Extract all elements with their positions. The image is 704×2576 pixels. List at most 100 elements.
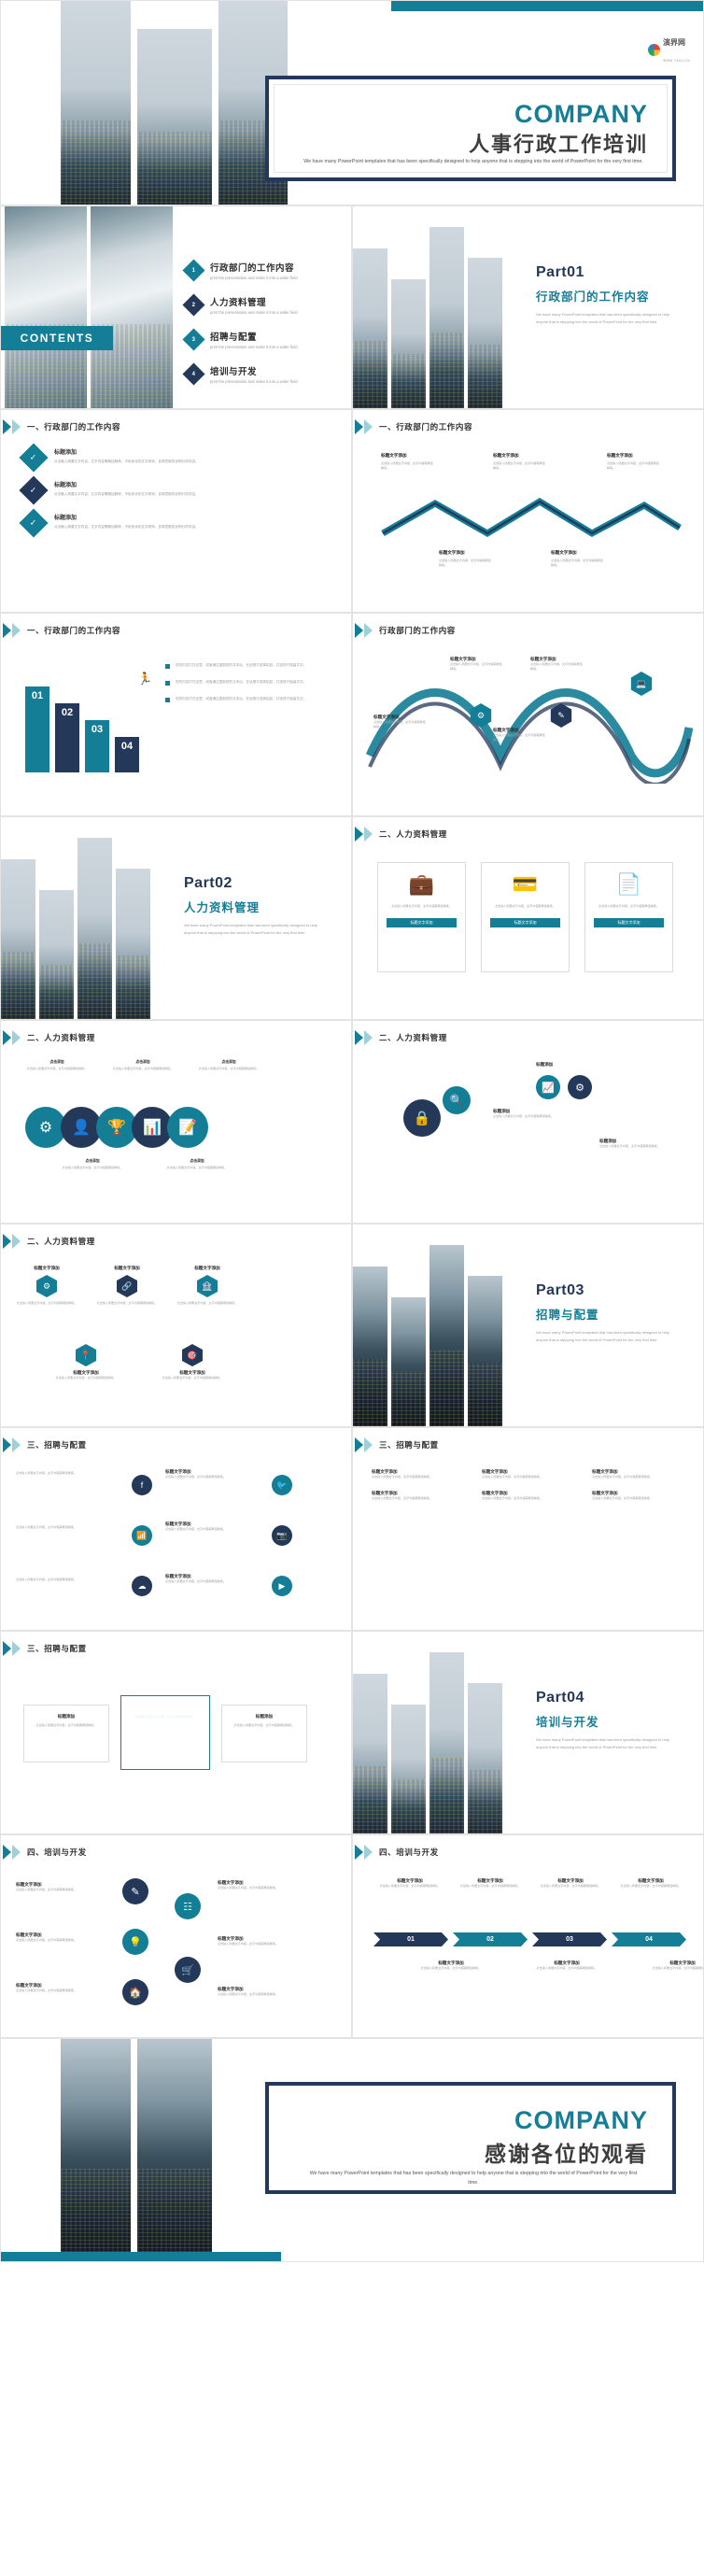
social-mid-2[interactable]: 标题文字添加 点击输入简要文字内容，文字内容需概括精炼。 [165,1522,257,1532]
slide-recruit-boxes[interactable]: 三、招聘与配置 标题添加 点击输入简要文字内容，文字内容需概括精炼。 标题添加 … [0,1631,352,1834]
grid-cell-3[interactable]: 标题文字添加 点击输入简要文字内容，文字内容需概括精炼。 [592,1469,689,1479]
zigzag-card-4[interactable]: 标题文字添加 点击输入简要文字内容，文字内容需概括精炼。 [439,550,491,569]
slide-training-arrows[interactable]: 四、培训与开发 标题文字添加 点击输入简要文字内容，文字内容需概括精炼。 标题文… [352,1834,704,2038]
bullet-3[interactable]: 您的内容打在这里，或者通过复制您的文本后，在此框中选择粘贴，并选择只保留文字。 [165,696,324,702]
slide-admin-duties-list[interactable]: 一、行政部门的工作内容 ✓ 标题添加 点击输入简要文字内容，文字内容需概括精炼，… [0,409,352,613]
cart-circle-icon[interactable]: 🛒 [175,1957,201,1983]
lock-card-3[interactable]: 标题添加 点击输入简要文字内容，文字内容需概括精炼。 [599,1139,693,1149]
hr-card-2-button[interactable]: 标题文字添加 [490,918,560,928]
arrow-title-4[interactable]: 标题文字添加 点击输入简要文字内容，文字内容需概括精炼。 [614,1878,687,1889]
search-icon[interactable]: 🔍 [443,1086,471,1114]
slide-part-02[interactable]: Part02 人力资料管理 We have many PowerPoint te… [0,816,352,1020]
lock-card-1[interactable]: 标题添加 [536,1062,639,1068]
wave-card-2[interactable]: 标题文字添加 点击输入简要文字内容，文字内容需概括精炼。 [450,657,504,672]
slide-admin-duties-numbered[interactable]: 一、行政部门的工作内容 01 02 03 04 🏃 您的内容打在这里，或者通过复… [0,613,352,816]
camera-icon[interactable]: 📷 [272,1525,292,1546]
zigzag-card-5[interactable]: 标题文字添加 点击输入简要文字内容，文字内容需概括精炼。 [551,550,603,569]
slide-part-01[interactable]: Part01 行政部门的工作内容 We have many PowerPoint… [352,205,704,409]
slide-cover[interactable]: 演界网 WWW.YANJ.CN COMPANY 人事行政工作培训 We have… [0,0,704,205]
zigzag-card-1[interactable]: 标题文字添加 点击输入简要文字内容，文字内容需概括精炼。 [381,453,433,472]
training-left-1[interactable]: 标题文字添加 点击输入简要文字内容，文字内容需概括精炼。 [16,1882,106,1892]
cloud-icon[interactable]: ☁ [132,1576,152,1596]
training-right-3[interactable]: 标题文字添加 点击输入简要文字内容，文字内容需概括精炼。 [218,1987,315,1997]
arrow-bottom-3[interactable]: 标题文字添加 点击输入简要文字内容，文字内容需概括精炼。 [641,1960,703,1971]
grid-cell-5[interactable]: 标题文字添加 点击输入简要文字内容，文字内容需概括精炼。 [482,1491,579,1501]
social-left-1[interactable]: 点击输入简要文字内容，文字内容需概括精炼。 [16,1471,119,1476]
arrow-banner-2[interactable]: 02 [453,1932,528,1946]
slide-hr-cards[interactable]: 二、人力资料管理 💼 点击输入简要文字内容，文字内容需概括精炼。 标题文字添加 … [352,816,704,1020]
bullet-1[interactable]: 您的内容打在这里，或者通过复制您的文本后，在此框中选择粘贴，并选择只保留文字。 [165,662,324,669]
number-bar-2[interactable]: 02 [55,703,79,772]
recruit-box-1[interactable]: 标题添加 点击输入简要文字内容，文字内容需概括精炼。 [23,1705,109,1762]
chart-icon[interactable]: 📈 [536,1075,560,1099]
play-icon[interactable]: ▶ [272,1576,292,1596]
edit-circle-icon[interactable]: ✎ [122,1878,148,1904]
slide-part-04[interactable]: Part04 培训与开发 We have many PowerPoint tem… [352,1631,704,1834]
lock-card-2[interactable]: 标题添加 点击输入简要文字内容，文字内容需概括精炼。 [493,1109,596,1119]
training-left-2[interactable]: 标题文字添加 点击输入简要文字内容，文字内容需概括精炼。 [16,1932,106,1943]
wave-card-4[interactable]: 标题文字添加 点击输入简要文字内容，文字内容需概括精炼。 [493,728,547,743]
arrow-title-1[interactable]: 标题文字添加 点击输入简要文字内容，文字内容需概括精炼。 [373,1878,446,1889]
grid-circle-icon[interactable]: ☷ [175,1893,201,1919]
slide-thank-you[interactable]: COMPANY 感谢各位的观看 We have many PowerPoint … [0,2038,704,2262]
number-bar-4[interactable]: 04 [115,737,139,772]
number-bar-1[interactable]: 01 [25,686,49,772]
grid-cell-2[interactable]: 标题文字添加 点击输入简要文字内容，文字内容需概括精炼。 [482,1469,579,1479]
social-mid-1[interactable]: 标题文字添加 点击输入简要文字内容，文字内容需概括精炼。 [165,1469,257,1479]
slide-admin-duties-zigzag[interactable]: 一、行政部门的工作内容 标题文字添加 点击输入简要文字内容，文字内容需概括精炼。… [352,409,704,613]
diamond-list-row-1[interactable]: ✓ 标题添加 点击输入简要文字内容，文字内容需概括精炼，不用多余的文字修饰，言简… [19,443,199,473]
recruit-box-3[interactable]: 标题添加 点击输入简要文字内容，文字内容需概括精炼。 [221,1705,307,1762]
arrow-title-3[interactable]: 标题文字添加 点击输入简要文字内容，文字内容需概括精炼。 [534,1878,607,1889]
facebook-icon[interactable]: f [132,1475,152,1495]
grid-cell-1[interactable]: 标题文字添加 点击输入简要文字内容，文字内容需概括精炼。 [372,1469,469,1479]
wifi-icon[interactable]: 📶 [132,1525,152,1546]
arrow-bottom-1[interactable]: 标题文字添加 点击输入简要文字内容，文字内容需概括精炼。 [409,1960,493,1971]
social-mid-3[interactable]: 标题文字添加 点击输入简要文字内容，文字内容需概括精炼。 [165,1574,257,1584]
hr-card-3[interactable]: 📄 点击输入简要文字内容，文字内容需概括精炼。 标题文字添加 [584,862,673,972]
contents-item-1[interactable]: 1 行政部门的工作内容 print the presentation and m… [182,259,345,282]
training-right-2[interactable]: 标题文字添加 点击输入简要文字内容，文字内容需概括精炼。 [218,1936,315,1946]
social-left-3[interactable]: 点击输入简要文字内容，文字内容需概括精炼。 [16,1578,119,1582]
hex-card-5[interactable]: 🎯 标题文字添加 点击输入简要文字内容，文字内容需概括精炼。 [160,1344,225,1380]
recruit-box-2[interactable]: 标题添加 点击输入简要文字内容，文字内容需概括精炼。 点击添加 [120,1695,210,1770]
hr-card-1[interactable]: 💼 点击输入简要文字内容，文字内容需概括精炼。 标题文字添加 [377,862,466,972]
diamond-list-row-2[interactable]: ✓ 标题添加 点击输入简要文字内容，文字内容需概括精炼，不用多余的文字修饰，言简… [19,475,199,505]
hr-card-1-button[interactable]: 标题文字添加 [387,918,457,928]
home-circle-icon[interactable]: 🏠 [122,1979,148,2005]
bulb-circle-icon[interactable]: 💡 [122,1929,148,1955]
circle-icon-5[interactable]: 📝 [167,1107,208,1148]
number-bar-3[interactable]: 03 [85,720,109,772]
zigzag-card-2[interactable]: 标题文字添加 点击输入简要文字内容，文字内容需概括精炼。 [493,453,545,472]
slide-recruit-grid[interactable]: 三、招聘与配置 标题文字添加 点击输入简要文字内容，文字内容需概括精炼。 标题文… [352,1427,704,1631]
slide-hr-circles[interactable]: 二、人力资料管理 点击添加 点击输入简要文字内容，文字内容需概括精炼。 点击添加… [0,1020,352,1224]
arrow-banner-1[interactable]: 01 [373,1932,448,1946]
social-left-2[interactable]: 点击输入简要文字内容，文字内容需概括精炼。 [16,1525,119,1530]
slide-admin-duties-wave[interactable]: 行政部门的工作内容 标题文字添加 点击输入简要文字内容，文字内容需概括精炼。 标… [352,613,704,816]
arrow-banner-4[interactable]: 04 [612,1932,686,1946]
slide-part-03[interactable]: Part03 招聘与配置 We have many PowerPoint tem… [352,1224,704,1427]
hr-card-2[interactable]: 💳 点击输入简要文字内容，文字内容需概括精炼。 标题文字添加 [481,862,570,972]
zigzag-card-3[interactable]: 标题文字添加 点击输入简要文字内容，文字内容需概括精炼。 [607,453,659,472]
slide-recruit-social[interactable]: 三、招聘与配置 点击输入简要文字内容，文字内容需概括精炼。 点击输入简要文字内容… [0,1427,352,1631]
hex-card-4[interactable]: 📍 标题文字添加 点击输入简要文字内容，文字内容需概括精炼。 [53,1344,119,1380]
lock-icon[interactable]: 🔒 [403,1099,441,1137]
diamond-list-row-3[interactable]: ✓ 标题添加 点击输入简要文字内容，文字内容需概括精炼，不用多余的文字修饰，言简… [19,508,199,538]
gear-icon[interactable]: ⚙ [568,1075,592,1099]
grid-cell-6[interactable]: 标题文字添加 点击输入简要文字内容，文字内容需概括精炼。 [592,1491,689,1501]
slide-hr-hex-network[interactable]: 二、人力资料管理 标题文字添加 ⚙ 点击输入简要文字内容，文字内容需概括精炼。 … [0,1224,352,1427]
arrow-banner-3[interactable]: 03 [532,1932,607,1946]
training-right-1[interactable]: 标题文字添加 点击输入简要文字内容，文字内容需概括精炼。 [218,1880,315,1890]
hex-card-1[interactable]: 标题文字添加 ⚙ 点击输入简要文字内容，文字内容需概括精炼。 [14,1266,79,1306]
hex-card-2[interactable]: 标题文字添加 🔗 点击输入简要文字内容，文字内容需概括精炼。 [94,1266,160,1306]
slide-training-circles[interactable]: 四、培训与开发 标题文字添加 点击输入简要文字内容，文字内容需概括精炼。 标题文… [0,1834,352,2038]
bullet-2[interactable]: 您的内容打在这里，或者通过复制您的文本后，在此框中选择粘贴，并选择只保留文字。 [165,679,324,686]
arrow-bottom-2[interactable]: 标题文字添加 点击输入简要文字内容，文字内容需概括精炼。 [525,1960,609,1971]
contents-item-4[interactable]: 4 培训与开发 print the presentation and make … [182,362,345,386]
slide-hr-lock-diagram[interactable]: 二、人力资料管理 🔒 🔍 📈 ⚙ 标题添加 标题添加 点击输入简要文字内容，文字… [352,1020,704,1224]
wave-card-3[interactable]: 标题文字添加 点击输入简要文字内容，文字内容需概括精炼。 [530,657,584,672]
grid-cell-4[interactable]: 标题文字添加 点击输入简要文字内容，文字内容需概括精炼。 [372,1491,469,1501]
twitter-icon[interactable]: 🐦 [272,1475,292,1495]
contents-item-3[interactable]: 3 招聘与配置 print the presentation and make … [182,328,345,351]
slide-contents[interactable]: CONTENTS 1 行政部门的工作内容 print the presentat… [0,205,352,409]
training-left-3[interactable]: 标题文字添加 点击输入简要文字内容，文字内容需概括精炼。 [16,1983,106,1993]
